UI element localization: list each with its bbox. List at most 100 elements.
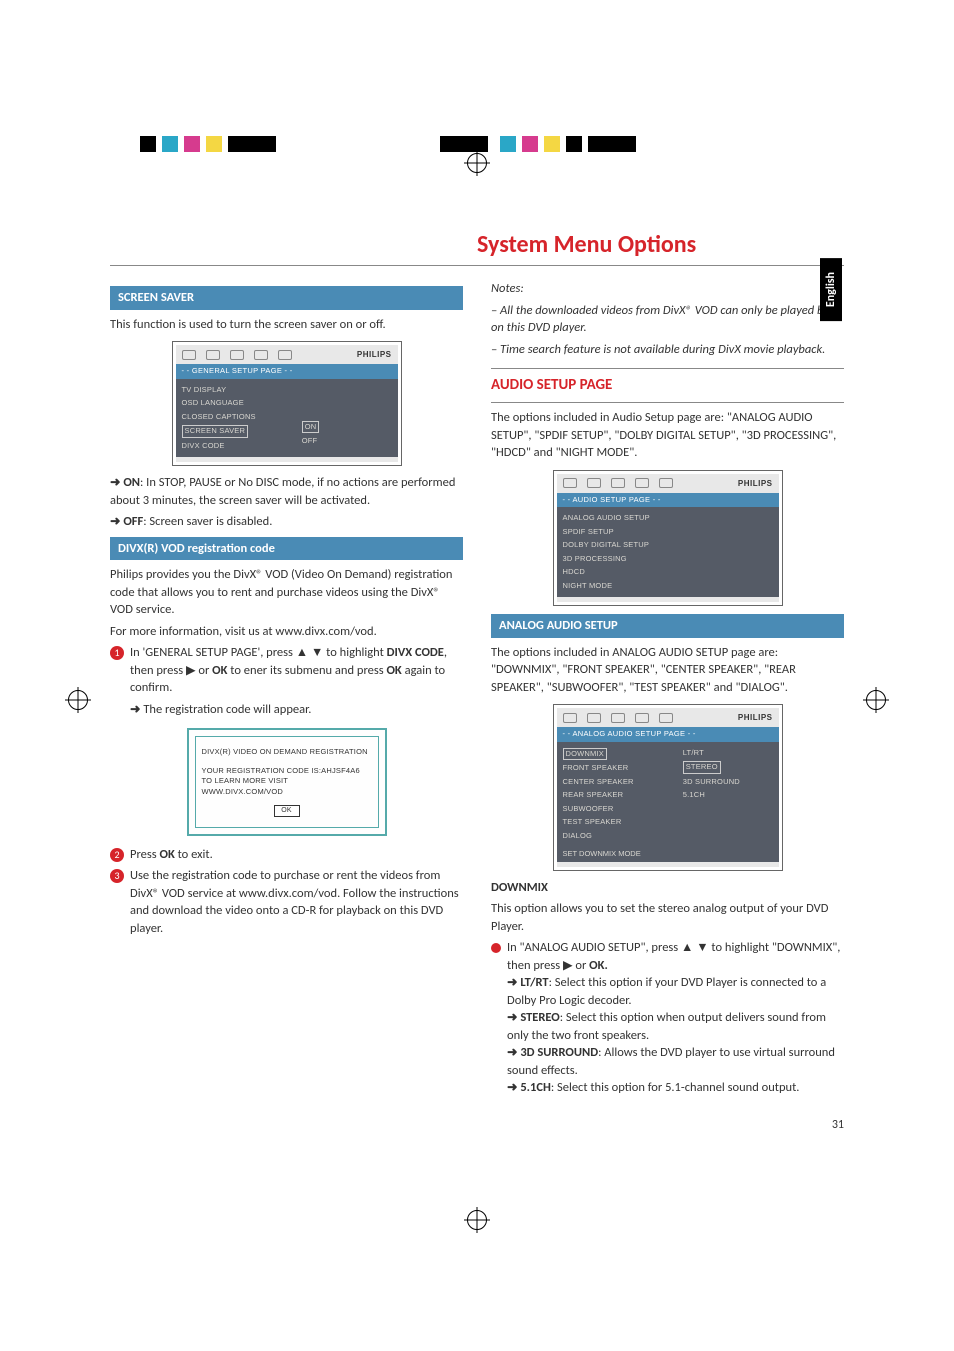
on-label: ON	[123, 475, 140, 490]
exit-icon	[659, 478, 673, 488]
settings-icon	[182, 350, 196, 360]
menu-item-selected: SCREEN SAVER	[182, 425, 249, 438]
page-title: System Menu Options	[477, 230, 844, 259]
left-column: SCREEN SAVER This function is used to tu…	[110, 280, 463, 1134]
step-number-1: 1	[110, 646, 124, 660]
grid-icon	[635, 713, 649, 723]
settings-icon	[563, 713, 577, 723]
menu-item: FRONT SPEAKER	[563, 763, 675, 774]
screen-saver-on: ON: In STOP, PAUSE or No DISC mode, if n…	[110, 474, 463, 509]
menu-item: OSD LANGUAGE	[182, 398, 294, 409]
divx-line3: TO LEARN MORE VISIT WWW.DIVX.COM/VOD	[202, 776, 372, 797]
menu-audio-setup: PHILIPS - - AUDIO SETUP PAGE - - ANALOG …	[553, 470, 783, 607]
step2-a: Press	[130, 847, 159, 862]
step1-ok2: OK	[386, 663, 401, 678]
analog-audio-heading: ANALOG AUDIO SETUP	[491, 614, 844, 638]
divx-heading: DIVX(R) VOD registration code	[110, 537, 463, 561]
step-number-3: 3	[110, 869, 124, 883]
ltrt-text: : Select this option if your DVD Player …	[507, 975, 826, 1008]
step-1: 1 In 'GENERAL SETUP PAGE', press ▲ ▼ to …	[110, 644, 463, 718]
menu-item: REAR SPEAKER	[563, 790, 675, 801]
video-icon	[611, 713, 625, 723]
dm-intro-a: In "ANALOG AUDIO SETUP", press ▲ ▼ to hi…	[507, 940, 840, 973]
crosshair-left	[68, 690, 88, 710]
menu-item: CLOSED CAPTIONS	[182, 412, 294, 423]
51-text: : Select this option for 5.1-channel sou…	[551, 1080, 800, 1095]
menu-title: - - GENERAL SETUP PAGE - -	[176, 364, 398, 379]
menu-item: ANALOG AUDIO SETUP	[563, 513, 773, 524]
dm-stereo: STEREO: Select this option when output d…	[507, 1009, 844, 1044]
step2-ok: OK	[159, 847, 174, 862]
brand-label: PHILIPS	[738, 712, 773, 723]
menu-option: 5.1CH	[683, 790, 773, 801]
menu-item: DIALOG	[563, 831, 675, 842]
divx-p2: For more information, visit us at www.di…	[110, 623, 463, 641]
video-icon	[230, 350, 244, 360]
downmix-desc: This option allows you to set the stereo…	[491, 900, 844, 935]
menu-item: SUBWOOFER	[563, 804, 675, 815]
bullet-icon	[491, 943, 501, 953]
dm-51: 5.1CH: Select this option for 5.1-channe…	[507, 1079, 844, 1097]
crosshair-top	[467, 153, 487, 173]
dm-3d: 3D SURROUND: Allows the DVD player to us…	[507, 1044, 844, 1079]
divx-p1: Philips provides you the DivX® VOD (Vide…	[110, 566, 463, 619]
grid-icon	[635, 478, 649, 488]
menu-item-selected: DOWNMIX	[563, 748, 607, 761]
step1-result: The registration code will appear.	[130, 701, 463, 719]
title-rule	[110, 265, 844, 266]
downmix-heading: DOWNMIX	[491, 879, 844, 897]
menu-footer-line: SET DOWNMIX MODE	[557, 847, 779, 862]
menu-item: 3D PROCESSING	[563, 554, 773, 565]
menu-item: DIVX CODE	[182, 441, 294, 452]
video-icon	[611, 478, 625, 488]
audio-icon	[206, 350, 220, 360]
page-number: 31	[491, 1117, 844, 1134]
ltrt-label: LT/RT	[520, 975, 548, 990]
menu-item: DOLBY DIGITAL SETUP	[563, 540, 773, 551]
51-label: 5.1CH	[520, 1080, 551, 1095]
step1-text-a: In 'GENERAL SETUP PAGE', press ▲ ▼ to hi…	[130, 645, 387, 660]
crosshair-right	[866, 690, 886, 710]
analog-audio-desc: The options included in ANALOG AUDIO SET…	[491, 644, 844, 697]
step-3: 3 Use the registration code to purchase …	[110, 867, 463, 937]
dm-intro-ok: OK.	[589, 958, 608, 973]
menu-item: CENTER SPEAKER	[563, 777, 675, 788]
exit-icon	[278, 350, 292, 360]
menu-item: SPDIF SETUP	[563, 527, 773, 538]
menu-title: - - ANALOG AUDIO SETUP PAGE - -	[557, 727, 779, 742]
step3-text: Use the registration code to purchase or…	[130, 867, 463, 937]
dm-ltrt: LT/RT: Select this option if your DVD Pl…	[507, 974, 844, 1009]
step1-text-c: to ener its submenu and press	[227, 663, 386, 678]
screen-saver-desc: This function is used to turn the screen…	[110, 316, 463, 334]
stereo-label: STEREO	[520, 1010, 559, 1025]
menu-title: - - AUDIO SETUP PAGE - -	[557, 493, 779, 508]
crosshair-bottom	[467, 1210, 487, 1230]
brand-label: PHILIPS	[738, 478, 773, 489]
note-1: – All the downloaded videos from DivX® V…	[491, 302, 844, 337]
menu-item: NIGHT MODE	[563, 581, 773, 592]
right-column: Notes: – All the downloaded videos from …	[491, 280, 844, 1134]
menu-item: TV DISPLAY	[182, 385, 294, 396]
step-2: 2 Press OK to exit.	[110, 846, 463, 864]
downmix-bullet: In "ANALOG AUDIO SETUP", press ▲ ▼ to hi…	[491, 939, 844, 1097]
divx-line1: DIVX(R) VIDEO ON DEMAND REGISTRATION	[202, 747, 372, 758]
menu-analog-audio: PHILIPS - - ANALOG AUDIO SETUP PAGE - - …	[553, 704, 783, 871]
audio-setup-heading: AUDIO SETUP PAGE	[491, 368, 844, 403]
menu-option-selected: ON	[302, 421, 320, 434]
screen-saver-off: OFF: Screen saver is disabled.	[110, 513, 463, 531]
audio-icon	[587, 478, 601, 488]
divx-registration-box: DIVX(R) VIDEO ON DEMAND REGISTRATION YOU…	[187, 728, 387, 836]
brand-label: PHILIPS	[357, 349, 392, 360]
menu-option: OFF	[302, 436, 392, 447]
audio-icon	[587, 713, 601, 723]
note-2: – Time search feature is not available d…	[491, 341, 844, 359]
step2-b: to exit.	[175, 847, 213, 862]
on-text: : In STOP, PAUSE or No DISC mode, if no …	[110, 475, 455, 508]
off-text: : Screen saver is disabled.	[143, 514, 272, 529]
language-tab: English	[820, 258, 842, 321]
audio-setup-desc: The options included in Audio Setup page…	[491, 409, 844, 462]
off-label: OFF	[123, 514, 143, 529]
step-number-2: 2	[110, 848, 124, 862]
menu-option: 3D SURROUND	[683, 777, 773, 788]
menu-item: TEST SPEAKER	[563, 817, 675, 828]
